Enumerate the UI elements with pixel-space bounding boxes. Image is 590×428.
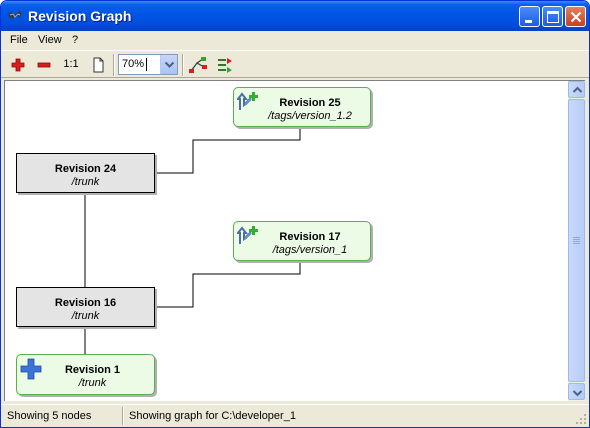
close-button[interactable]: [565, 6, 586, 27]
chevron-up-icon: [572, 86, 583, 93]
revision-node[interactable]: Revision 1 /trunk: [16, 354, 155, 395]
node-title: Revision 1: [64, 364, 121, 376]
minus-icon: [37, 62, 51, 68]
app-icon: [7, 8, 23, 24]
status-graph-path: Showing graph for C:\developer_1: [129, 410, 296, 422]
window-title: Revision Graph: [28, 8, 132, 24]
node-path: /trunk: [78, 377, 107, 389]
edge-16-to-17: [155, 261, 301, 308]
revision-node[interactable]: Revision 16 /trunk: [16, 287, 155, 327]
scroll-down-button[interactable]: [568, 383, 585, 400]
node-title: Revision 24: [54, 163, 117, 175]
chevron-down-icon: [572, 390, 583, 397]
revision-node[interactable]: Revision 17 /tags/version_1: [233, 221, 371, 261]
scroll-thumb[interactable]: [568, 99, 585, 382]
compare-revisions-icon: [218, 58, 232, 73]
revision-node[interactable]: Revision 25 /tags/version_1.2: [233, 87, 371, 127]
resize-grip-icon[interactable]: [575, 413, 587, 425]
maximize-button[interactable]: [542, 6, 563, 27]
toolbar-separator: [113, 54, 115, 76]
plus-icon: [11, 58, 25, 72]
node-path: /tags/version_1.2: [268, 110, 352, 122]
node-title: Revision 17: [279, 231, 341, 243]
node-path: /trunk: [71, 176, 100, 188]
zoom-dropdown-button[interactable]: [160, 55, 177, 74]
revision-node[interactable]: Revision 24 /trunk: [16, 153, 155, 193]
revision-graph-window: Revision Graph File View ? 1:1 70% Revis…: [0, 0, 590, 428]
status-bar: Showing 5 nodes Showing graph for C:\dev…: [1, 404, 589, 427]
vertical-scrollbar[interactable]: [568, 80, 585, 401]
maximize-icon: [547, 11, 559, 23]
page-button[interactable]: [87, 54, 109, 76]
zoom-value: 70%: [122, 58, 145, 70]
title-bar[interactable]: Revision Graph: [1, 1, 589, 31]
branch-graph-icon: [189, 57, 207, 73]
text-caret: [146, 58, 147, 71]
menu-bar: File View ?: [1, 31, 589, 50]
node-path: /trunk: [71, 310, 100, 322]
scroll-up-button[interactable]: [568, 81, 585, 98]
minimize-button[interactable]: [519, 6, 540, 27]
node-title: Revision 25: [279, 97, 341, 109]
menu-file[interactable]: File: [10, 34, 28, 46]
node-title: Revision 16: [54, 297, 117, 309]
zoom-select[interactable]: 70%: [118, 54, 178, 75]
compare-revisions-button[interactable]: [214, 54, 236, 76]
chevron-down-icon: [164, 61, 175, 68]
zoom-out-button[interactable]: [33, 54, 55, 76]
status-node-count: Showing 5 nodes: [7, 410, 92, 422]
zoom-in-button[interactable]: [7, 54, 29, 76]
minimize-icon: [525, 20, 532, 23]
toolbar: 1:1 70%: [1, 50, 589, 78]
page-icon: [93, 57, 104, 73]
branch-graph-button[interactable]: [187, 54, 209, 76]
toolbar-separator: [182, 54, 184, 76]
graph-canvas[interactable]: Revision 25 /tags/version_1.2 Revision 2…: [4, 80, 568, 401]
menu-help[interactable]: ?: [72, 34, 78, 46]
one-to-one-label: 1:1: [63, 58, 79, 70]
close-icon: [570, 11, 582, 23]
zoom-one-to-one-button[interactable]: 1:1: [60, 54, 82, 76]
node-path: /tags/version_1: [272, 244, 348, 256]
menu-view[interactable]: View: [38, 34, 62, 46]
edge-24-to-25: [155, 127, 301, 174]
